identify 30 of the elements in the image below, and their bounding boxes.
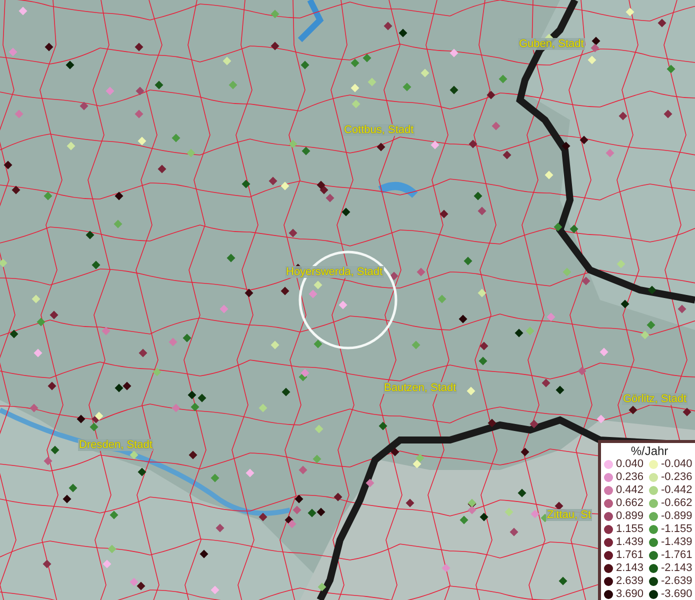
legend-title: %/Jahr xyxy=(630,444,670,458)
legend-value: 0.899 xyxy=(616,510,644,523)
place-label: Dresden, Stadt xyxy=(78,439,154,451)
legend-value: -0.040 xyxy=(661,458,692,471)
legend-value: -0.899 xyxy=(661,510,692,523)
place-label: Görlitz, Stadt xyxy=(622,393,688,405)
legend-value: -1.761 xyxy=(661,549,692,562)
legend-value: 0.236 xyxy=(616,471,644,484)
legend-value: 0.442 xyxy=(616,484,644,497)
place-label: Hoyerswerda, Stadt xyxy=(285,266,384,278)
legend-value: -2.143 xyxy=(661,562,692,575)
legend-value: -2.639 xyxy=(661,575,692,588)
legend-value: 1.761 xyxy=(616,549,644,562)
place-label: Cottbus, Stadt xyxy=(343,124,415,136)
legend-value: -0.236 xyxy=(661,471,692,484)
legend-value: 1.155 xyxy=(616,523,644,536)
legend-value: 0.040 xyxy=(616,458,644,471)
legend-value: 0.662 xyxy=(616,497,644,510)
legend-value: -1.155 xyxy=(661,523,692,536)
place-label: Zittau, St xyxy=(546,509,592,521)
place-label: Bautzen, Stadt xyxy=(383,382,458,394)
place-label: Guben, Stadt xyxy=(518,38,585,50)
legend-value: -3.690 xyxy=(661,588,692,600)
legend-value: 1.439 xyxy=(616,536,644,549)
legend-value: 3.690 xyxy=(616,588,644,600)
legend-value: -0.442 xyxy=(661,484,692,497)
legend-value: 2.639 xyxy=(616,575,644,588)
legend-value: 2.143 xyxy=(616,562,644,575)
legend-value: -1.439 xyxy=(661,536,692,549)
legend-value: -0.662 xyxy=(661,497,692,510)
